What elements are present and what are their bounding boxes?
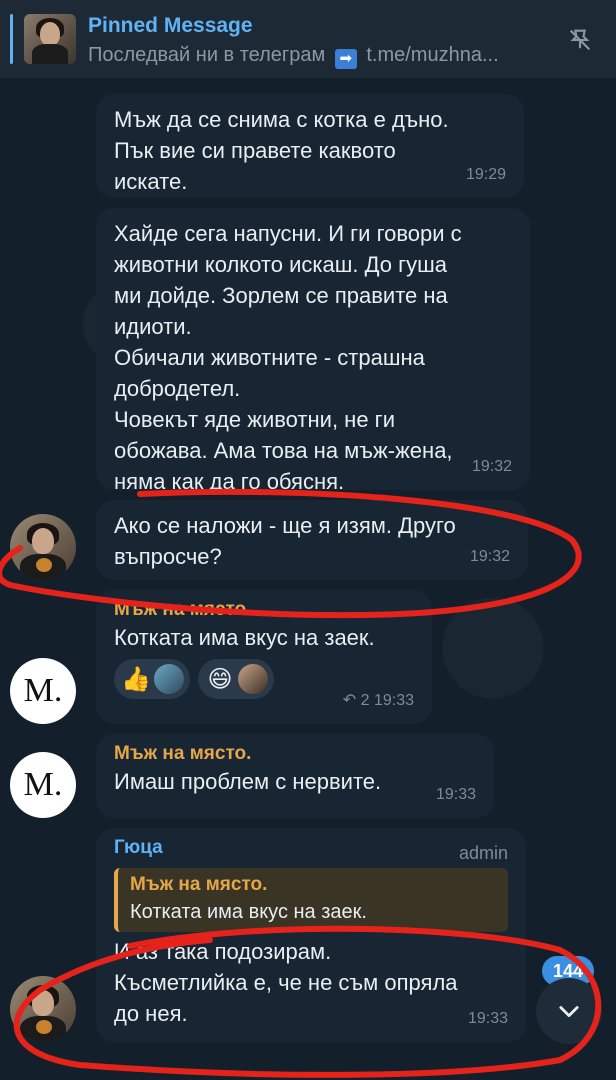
grin-icon: 😄 xyxy=(207,665,233,693)
sender-name[interactable]: Мъж на място. xyxy=(114,598,414,622)
scroll-down-button[interactable] xyxy=(536,978,602,1044)
reactor-avatar xyxy=(154,664,184,694)
message-time: 19:32 xyxy=(469,548,510,565)
reply-arrow-icon: ↶ xyxy=(342,692,357,709)
thumbs-up-icon: 👍 xyxy=(121,665,151,693)
message-bubble[interactable]: Хайде сега напусни. И ги говори с животн… xyxy=(96,208,530,494)
message-text: Ако се наложи - ще я изям. Друго въпросч… xyxy=(114,513,456,569)
pinned-preview-link: t.me/muzhna... xyxy=(366,44,499,66)
chevron-down-icon xyxy=(559,1006,579,1018)
message-time: 19:33 xyxy=(467,1010,508,1027)
pinned-preview-text: Последвай ни в телеграм xyxy=(88,44,326,66)
pinned-thumbnail xyxy=(24,14,76,64)
reactor-avatar xyxy=(238,664,268,694)
message-bubble[interactable]: Ако се наложи - ще я изям. Друго въпросч… xyxy=(96,500,528,580)
user-avatar[interactable]: M. xyxy=(10,658,76,724)
reaction-thumbs-up[interactable]: 👍 xyxy=(114,659,190,699)
pinned-indicator xyxy=(10,14,13,64)
user-avatar[interactable]: M. xyxy=(10,752,76,818)
pinned-message-bar[interactable]: Pinned Message Последвай ни в телеграм ➡… xyxy=(0,0,616,78)
reaction-grin[interactable]: 😄 xyxy=(198,659,274,699)
user-avatar[interactable] xyxy=(10,514,76,580)
unpin-icon[interactable] xyxy=(566,26,594,54)
message-bubble[interactable]: Гюца admin Мъж на място. Котката има вку… xyxy=(96,828,526,1042)
message-time: 19:32 xyxy=(471,458,512,475)
sender-name[interactable]: Гюца xyxy=(114,836,508,860)
message-bubble[interactable]: Мъж на място. Имаш проблем с нервите. 19… xyxy=(96,734,494,818)
message-text: Имаш проблем с нервите. xyxy=(114,769,382,794)
pinned-title: Pinned Message xyxy=(88,14,253,37)
reply-quote[interactable]: Мъж на място. Котката има вкус на заек. xyxy=(114,868,508,932)
message-bubble[interactable]: Мъж на място. Котката има вкус на заек. … xyxy=(96,590,432,724)
arrow-right-icon: ➡ xyxy=(334,49,357,69)
sender-name[interactable]: Мъж на място. xyxy=(114,742,476,766)
message-meta: ↶ 2 19:33 xyxy=(343,685,414,716)
user-avatar[interactable] xyxy=(10,976,76,1042)
pinned-preview: Последвай ни в телеграм ➡ t.me/muzhna... xyxy=(88,44,548,69)
message-text: Мъж да се снима с котка е дъно. Пък вие … xyxy=(114,107,449,194)
message-time: 19:33 xyxy=(435,786,476,803)
message-text: Котката има вкус на заек. xyxy=(114,625,375,650)
reply-count: 2 xyxy=(360,692,370,709)
admin-badge: admin xyxy=(458,843,508,863)
message-time: 19:33 xyxy=(373,692,414,709)
message-text: И аз така подозирам. Късметлийка е, че н… xyxy=(114,939,458,1026)
message-time: 19:29 xyxy=(465,166,506,183)
message-text: Хайде сега напусни. И ги говори с животн… xyxy=(114,221,462,494)
quote-text: Котката има вкус на заек. xyxy=(130,901,367,923)
quote-sender: Мъж на място. xyxy=(130,874,268,895)
message-bubble[interactable]: Мъж да се снима с котка е дъно. Пък вие … xyxy=(96,94,524,198)
